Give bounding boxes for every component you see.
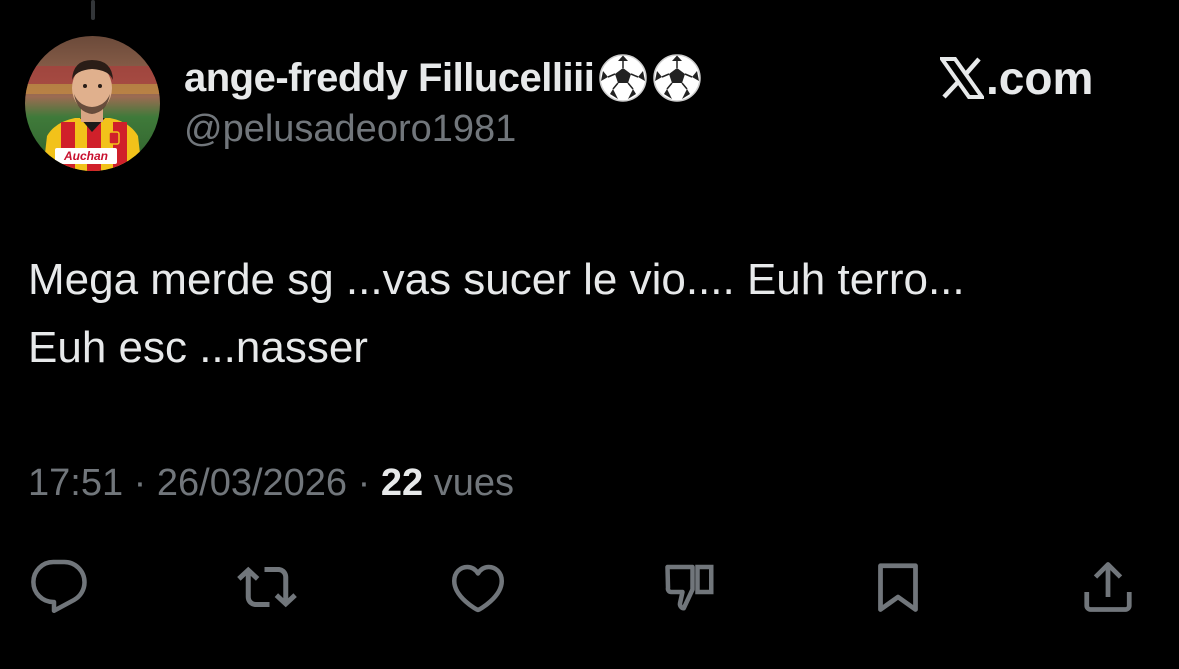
svg-text:Auchan: Auchan bbox=[63, 149, 108, 163]
soccer-ball-emoji-icon bbox=[598, 53, 648, 103]
share-button[interactable] bbox=[1073, 552, 1143, 622]
bookmark-icon bbox=[878, 563, 918, 612]
brand-suffix: .com bbox=[986, 52, 1094, 104]
soccer-ball-emoji-icon bbox=[652, 53, 702, 103]
repost-icon bbox=[237, 566, 297, 608]
tweet-date[interactable]: 26/03/2026 bbox=[157, 462, 347, 504]
share-icon bbox=[1084, 562, 1132, 612]
tweet-text: Mega merde sg ...vas sucer le vio.... Eu… bbox=[28, 246, 1148, 382]
author-display-name[interactable]: ange-freddy Fillucelliii bbox=[184, 56, 595, 101]
repost-button[interactable] bbox=[232, 552, 302, 622]
dislike-button[interactable] bbox=[655, 552, 725, 622]
tweet-text-line: Mega merde sg ...vas sucer le vio.... Eu… bbox=[28, 255, 965, 304]
thumbs-down-icon bbox=[665, 564, 714, 611]
avatar-image: Auchan bbox=[25, 36, 160, 171]
views-count[interactable]: 22 bbox=[381, 462, 423, 504]
author-display-name-row[interactable]: ange-freddy Fillucelliii bbox=[184, 50, 702, 106]
like-button[interactable] bbox=[443, 552, 513, 622]
reply-button[interactable] bbox=[24, 552, 94, 622]
reply-icon bbox=[31, 559, 87, 613]
tweet-meta: 17:51 · 26/03/2026 · 22 vues bbox=[28, 462, 514, 505]
heart-icon bbox=[452, 564, 504, 613]
thread-connector-line bbox=[91, 0, 95, 20]
x-logo-icon bbox=[938, 56, 986, 100]
views-label: vues bbox=[433, 462, 514, 504]
tweet-text-line: Euh esc ...nasser bbox=[28, 323, 368, 372]
tweet-action-bar bbox=[0, 552, 1179, 622]
author-handle[interactable]: @pelusadeoro1981 bbox=[184, 108, 516, 151]
brand-watermark: .com bbox=[938, 48, 1094, 108]
bookmark-button[interactable] bbox=[863, 552, 933, 622]
meta-separator: · bbox=[133, 462, 147, 504]
tweet-time[interactable]: 17:51 bbox=[28, 462, 123, 504]
meta-separator: · bbox=[357, 462, 371, 504]
avatar[interactable]: Auchan bbox=[25, 36, 160, 171]
